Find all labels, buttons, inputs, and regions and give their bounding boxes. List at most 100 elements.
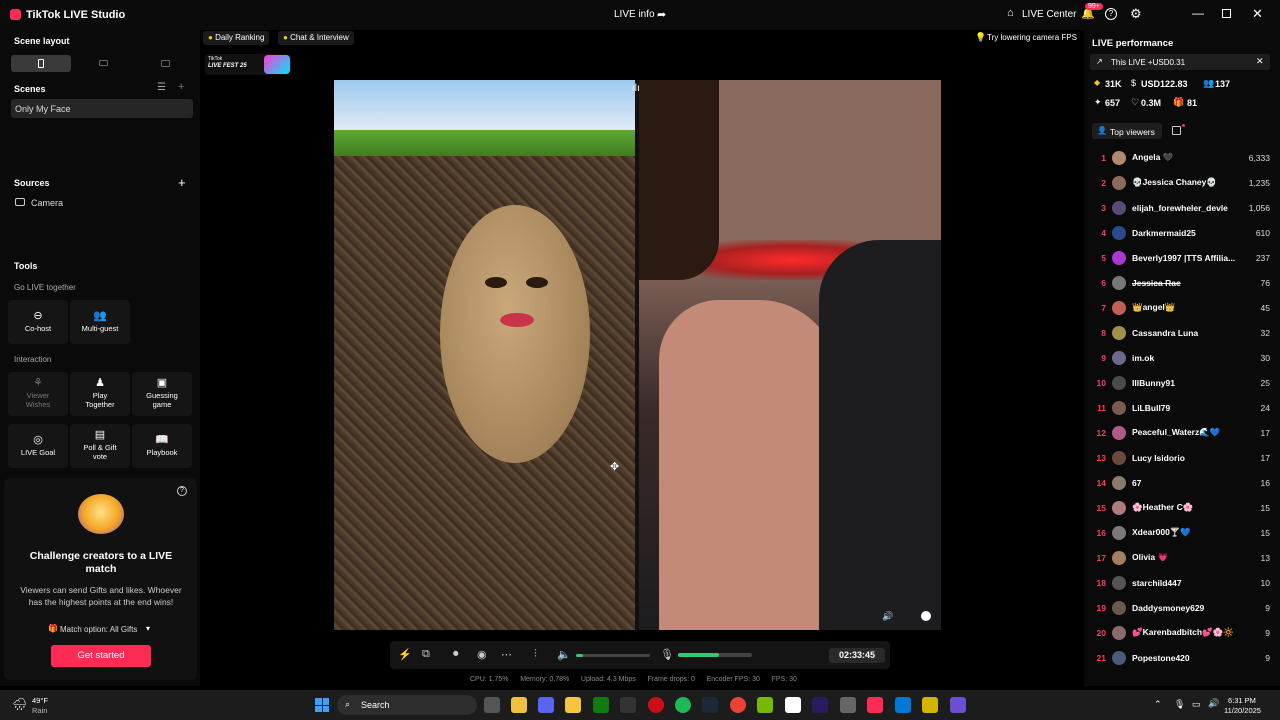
mic-level-slider[interactable] xyxy=(678,653,752,657)
preview-settings-icon[interactable] xyxy=(921,611,931,621)
play-together-button[interactable]: ♟ Play Together xyxy=(70,372,130,416)
viewer-row[interactable]: 20 💕Karenbadbitch💕🌸🔆 9 xyxy=(1092,620,1270,645)
chevron-down-icon[interactable]: ▾ xyxy=(146,624,150,633)
live-info-button[interactable]: LIVE info xyxy=(614,9,655,20)
close-icon[interactable]: ✕ xyxy=(1252,6,1263,22)
discord-icon[interactable] xyxy=(538,697,554,713)
viewer-row[interactable]: 13 Lucy Isidorio 17 xyxy=(1092,445,1270,470)
viewer-row[interactable]: 7 👑angel👑 45 xyxy=(1092,295,1270,320)
restore-icon[interactable] xyxy=(1222,9,1231,18)
task-view-icon[interactable] xyxy=(484,697,500,713)
banner-close-icon[interactable]: ✕ xyxy=(1256,56,1264,67)
opera-icon[interactable] xyxy=(648,697,664,713)
xbox-icon[interactable] xyxy=(593,697,609,713)
share-icon[interactable]: ➦ xyxy=(657,8,666,21)
list-icon[interactable]: ☰ xyxy=(157,82,166,93)
help-icon[interactable]: ? xyxy=(1105,8,1117,20)
preview-right-camera[interactable] xyxy=(639,80,941,630)
viewer-score: 610 xyxy=(1255,227,1270,238)
source-item-camera[interactable]: Camera xyxy=(31,198,63,208)
poll-gift-vote-button[interactable]: ▤ Poll & Gift vote xyxy=(70,424,130,468)
microphone-icon[interactable]: 🎙 xyxy=(660,648,674,661)
viewer-name: Olivia 💗 xyxy=(1132,552,1169,562)
chat-interview-chip[interactable]: ● Chat & Interview xyxy=(278,31,354,45)
live-center-button[interactable]: LIVE Center xyxy=(1022,9,1076,20)
steam-icon[interactable] xyxy=(702,697,718,713)
settings-gear-icon[interactable]: ⚙ xyxy=(1130,6,1142,22)
viewer-row[interactable]: 8 Cassandra Luna 32 xyxy=(1092,320,1270,345)
left-eye xyxy=(485,277,507,288)
viewer-row[interactable]: 14 67 16 xyxy=(1092,470,1270,495)
viewer-row[interactable]: 21 Popestone420 9 xyxy=(1092,645,1270,670)
preview-left-potato-scene[interactable] xyxy=(334,80,635,630)
upload-stat: Upload: 4.3 Mbps xyxy=(580,676,636,683)
viewer-row[interactable]: 17 Olivia 💗 13 xyxy=(1092,545,1270,570)
viewer-row[interactable]: 11 LiLBull79 24 xyxy=(1092,395,1270,420)
minimize-icon[interactable]: — xyxy=(1192,6,1204,20)
settings-app-icon[interactable] xyxy=(840,697,856,713)
viewer-row[interactable]: 6 Jessica Rae 76 xyxy=(1092,270,1270,295)
camera-toggle-icon[interactable]: ◉ xyxy=(477,648,487,661)
challenge-help-icon[interactable]: ? xyxy=(177,486,187,496)
volume-tray-icon[interactable]: 🔊 xyxy=(1208,698,1219,709)
viewer-row[interactable]: 4 Darkmermaid25 610 xyxy=(1092,220,1270,245)
get-started-button[interactable]: Get started xyxy=(51,645,151,667)
file-explorer-icon[interactable] xyxy=(565,697,581,713)
viewer-row[interactable]: 12 Peaceful_Waterz🌊💙 17 xyxy=(1092,420,1270,445)
app-icon-yellow[interactable] xyxy=(922,697,938,713)
speaker-volume-slider[interactable] xyxy=(576,654,650,657)
nvidia-icon[interactable] xyxy=(757,697,773,713)
viewer-row[interactable]: 16 Xdear000🍸💙 15 xyxy=(1092,520,1270,545)
premiere-icon[interactable] xyxy=(812,697,828,713)
screen-icon[interactable]: ⧉ xyxy=(422,648,430,661)
live-goal-button[interactable]: ◎ LIVE Goal xyxy=(8,424,68,468)
viewer-row[interactable]: 19 Daddysmoney629 9 xyxy=(1092,595,1270,620)
viewer-name: Lucy Isidorio xyxy=(1132,452,1185,463)
app-icon-blue[interactable] xyxy=(895,697,911,713)
viewer-row[interactable]: 15 🌸Heather C🌸 15 xyxy=(1092,495,1270,520)
viewer-avatar xyxy=(1112,325,1126,340)
layout-multi-button[interactable] xyxy=(135,55,195,72)
match-option-select[interactable]: Match option: All Gifts xyxy=(60,625,137,634)
magic-wand-icon[interactable]: ⚡ xyxy=(398,648,412,661)
add-source-icon[interactable]: + xyxy=(178,175,186,190)
viewer-avatar xyxy=(1112,600,1126,615)
viewer-wishes-button[interactable]: ⚘ Viewer Wishes xyxy=(8,372,68,416)
spotify-icon[interactable] xyxy=(675,697,691,713)
volume-icon[interactable]: 🔊 xyxy=(882,611,893,622)
viewer-row[interactable]: 9 im.ok 30 xyxy=(1092,345,1270,370)
layout-portrait-button[interactable] xyxy=(11,55,71,72)
playbook-button[interactable]: 📖 Playbook xyxy=(132,424,192,468)
clock-time[interactable]: 6:31 PM xyxy=(1228,696,1256,705)
cohost-button[interactable]: ⊖ Co-host xyxy=(8,300,68,344)
taskbar-search[interactable] xyxy=(337,695,477,715)
viewer-row[interactable]: 3 elijah_forewheler_devle 1,056 xyxy=(1092,195,1270,220)
network-icon[interactable]: ▭ xyxy=(1192,699,1201,710)
viewer-row[interactable]: 5 Beverly1997 |TTS Affilia... 237 xyxy=(1092,245,1270,270)
chrome-icon[interactable] xyxy=(730,697,746,713)
app-icon-purple[interactable] xyxy=(950,697,966,713)
viewer-row[interactable]: 18 starchild447 10 xyxy=(1092,570,1270,595)
list-view-icon[interactable] xyxy=(1172,126,1181,135)
tiktok-live-studio-icon[interactable] xyxy=(867,697,883,713)
multiguest-button[interactable]: 👥 Multi-guest xyxy=(70,300,130,344)
viewer-row[interactable]: 2 💀Jessica Chaney💀 1,235 xyxy=(1092,170,1270,195)
viewer-row[interactable]: 1 Angela 🖤 6,333 xyxy=(1092,145,1270,170)
capcut-icon[interactable] xyxy=(785,697,801,713)
layout-landscape-button[interactable] xyxy=(73,55,133,72)
viewer-row[interactable]: 10 IllBunny91 25 xyxy=(1092,370,1270,395)
calculator-icon[interactable] xyxy=(620,697,636,713)
tray-chevron-icon[interactable]: ⌃ xyxy=(1154,699,1162,710)
live-fest-badge[interactable]: TikTok LIVE FEST 25 xyxy=(205,54,291,75)
daily-ranking-chip[interactable]: ● Daily Ranking xyxy=(203,31,270,45)
weather-temp[interactable]: 49°F xyxy=(32,696,48,705)
guessing-game-button[interactable]: ▣ Guessing game xyxy=(132,372,192,416)
mic-tray-icon[interactable]: 🎙 xyxy=(1174,699,1185,710)
speaker-icon[interactable]: 🔈 xyxy=(557,648,571,661)
add-scene-icon[interactable]: + xyxy=(178,81,184,93)
widgets-icon[interactable] xyxy=(511,697,527,713)
windows-start-icon[interactable] xyxy=(315,698,329,712)
more-icon[interactable]: ⋯ xyxy=(501,648,512,661)
mixer-icon[interactable]: ⫶ xyxy=(534,648,537,661)
record-icon[interactable]: ⏺ xyxy=(453,648,459,661)
